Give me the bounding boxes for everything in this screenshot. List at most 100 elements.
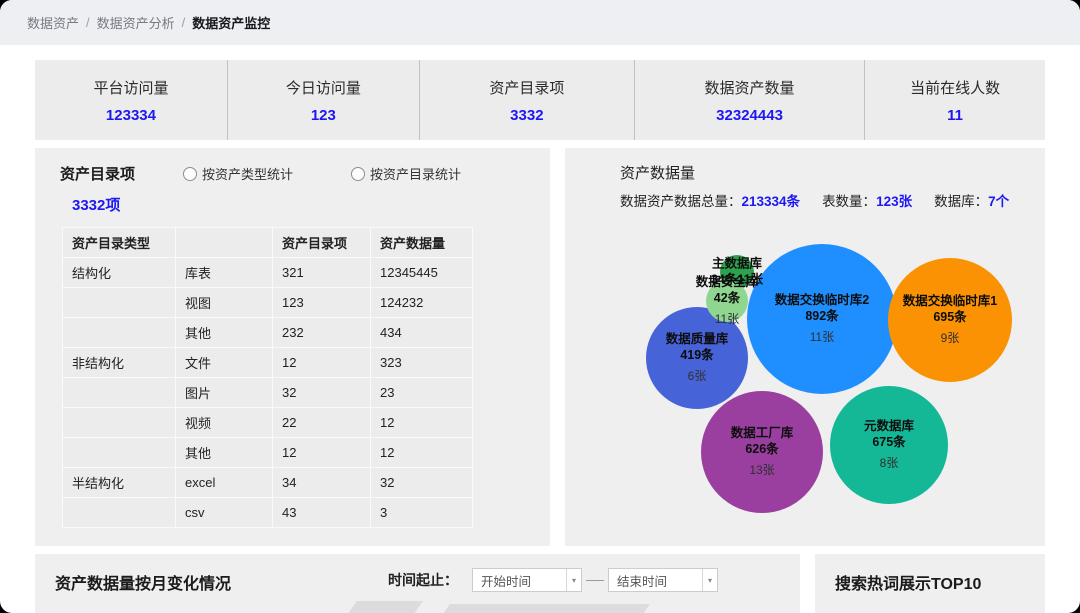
- table-cell: [63, 408, 176, 438]
- catalog-table-body: 结构化库表32112345445视图123124232其他232434非结构化文…: [63, 258, 473, 528]
- radio-icon: [351, 167, 365, 181]
- radio-icon: [183, 167, 197, 181]
- table-cell: 321: [273, 258, 371, 288]
- table-cell: 视图: [176, 288, 273, 318]
- table-cell: 43: [273, 498, 371, 528]
- chart-bubble[interactable]: [830, 386, 948, 504]
- chart-bubble[interactable]: [701, 391, 823, 513]
- catalog-table: 资产目录类型资产目录项资产数据量 结构化库表32112345445视图12312…: [62, 227, 473, 528]
- table-cell: 结构化: [63, 258, 176, 288]
- hotwords-title: 搜索热词展示TOP10: [835, 570, 981, 594]
- catalog-panel-title: 资产目录项: [60, 163, 135, 184]
- table-cell: 12: [371, 438, 473, 468]
- stat-item: 数据资产数量 32324443: [635, 60, 865, 140]
- table-row: 图片3223: [63, 378, 473, 408]
- breadcrumb-item[interactable]: 数据资产: [27, 13, 79, 32]
- table-header-cell: 资产目录类型: [63, 228, 176, 258]
- table-cell: 库表: [176, 258, 273, 288]
- breadcrumb-item[interactable]: 数据资产监控: [192, 13, 270, 32]
- table-row: 视频2212: [63, 408, 473, 438]
- stat-value: 123334: [106, 107, 156, 124]
- chart-bubble[interactable]: [706, 280, 748, 322]
- table-cell: [63, 378, 176, 408]
- stat-item: 资产目录项 3332: [420, 60, 635, 140]
- table-row: 其他1212: [63, 438, 473, 468]
- start-date-placeholder: 开始时间: [473, 569, 566, 591]
- table-cell: 232: [273, 318, 371, 348]
- table-header-row: 资产目录类型资产目录项资产数据量: [63, 228, 473, 258]
- table-row: csv433: [63, 498, 473, 528]
- stat-value: 11: [947, 107, 963, 124]
- dropdown-caret-icon[interactable]: ▾: [566, 569, 581, 591]
- dropdown-caret-icon[interactable]: ▾: [702, 569, 717, 591]
- table-cell: 其他: [176, 318, 273, 348]
- watermark-shape: [442, 604, 650, 613]
- table-cell: 12: [273, 438, 371, 468]
- stat-label: 今日访问量: [286, 77, 361, 98]
- table-cell: 图片: [176, 378, 273, 408]
- table-cell: 12: [371, 408, 473, 438]
- table-cell: [63, 318, 176, 348]
- table-cell: 32: [371, 468, 473, 498]
- catalog-panel: 资产目录项 按资产类型统计 按资产目录统计 3332项 资产目录类型资产目录项资…: [35, 148, 550, 546]
- table-row: 结构化库表32112345445: [63, 258, 473, 288]
- table-cell: 非结构化: [63, 348, 176, 378]
- stat-label: 当前在线人数: [910, 77, 1000, 98]
- table-cell: [63, 438, 176, 468]
- stat-value: 3332: [510, 107, 543, 124]
- table-cell: 其他: [176, 438, 273, 468]
- end-date-input[interactable]: 结束时间 ▾: [608, 568, 718, 592]
- breadcrumb-item[interactable]: 数据资产分析: [97, 13, 175, 32]
- table-cell: 434: [371, 318, 473, 348]
- breadcrumb: 数据资产 / 数据资产分析 / 数据资产监控: [0, 0, 1080, 45]
- chart-bubble[interactable]: [646, 307, 748, 409]
- breadcrumb-separator: /: [182, 15, 186, 30]
- chart-bubble[interactable]: [747, 244, 897, 394]
- radio-by-asset-type[interactable]: 按资产类型统计: [183, 164, 293, 183]
- date-range-connector: [586, 580, 604, 581]
- monthly-change-title: 资产数据量按月变化情况: [55, 570, 231, 594]
- table-header-cell: [176, 228, 273, 258]
- table-cell: 3: [371, 498, 473, 528]
- table-cell: 123: [273, 288, 371, 318]
- end-date-placeholder: 结束时间: [609, 569, 702, 591]
- table-cell: 12345445: [371, 258, 473, 288]
- radio-by-catalog[interactable]: 按资产目录统计: [351, 164, 461, 183]
- hotwords-panel: 搜索热词展示TOP10: [815, 554, 1045, 613]
- stat-label: 平台访问量: [93, 77, 168, 98]
- table-row: 非结构化文件12323: [63, 348, 473, 378]
- table-cell: [63, 288, 176, 318]
- stat-value: 32324443: [716, 107, 783, 124]
- chart-bubble[interactable]: [888, 258, 1012, 382]
- table-cell: 半结构化: [63, 468, 176, 498]
- stats-card: 平台访问量 123334 今日访问量 123 资产目录项 3332 数据资产数量 323244…: [35, 60, 1045, 140]
- table-row: 其他232434: [63, 318, 473, 348]
- table-cell: 32: [273, 378, 371, 408]
- table-cell: csv: [176, 498, 273, 528]
- stat-label: 数据资产数量: [705, 77, 795, 98]
- start-date-input[interactable]: 开始时间 ▾: [472, 568, 582, 592]
- table-header-cell: 资产目录项: [273, 228, 371, 258]
- asset-volume-panel: 资产数据量 数据资产数据总量：213334条表数量：123张数据库：7个 数据交…: [565, 148, 1045, 546]
- stat-item: 当前在线人数 11: [865, 60, 1045, 140]
- radio-label: 按资产目录统计: [370, 164, 461, 183]
- time-range-label: 时间起止：: [388, 570, 458, 590]
- table-cell: 34: [273, 468, 371, 498]
- table-row: 视图123124232: [63, 288, 473, 318]
- catalog-total: 3332项: [72, 194, 550, 215]
- table-cell: 22: [273, 408, 371, 438]
- table-cell: 124232: [371, 288, 473, 318]
- stat-item: 平台访问量 123334: [35, 60, 228, 140]
- stat-label: 资产目录项: [489, 77, 564, 98]
- stat-item: 今日访问量 123: [228, 60, 420, 140]
- table-cell: excel: [176, 468, 273, 498]
- dashboard-page: 数据资产/数据资产分析/数据资产监控 平台访问量123334今日访问量123资产…: [0, 0, 1080, 613]
- watermark-shape: [347, 601, 423, 613]
- table-cell: 323: [371, 348, 473, 378]
- breadcrumb-separator: /: [86, 15, 90, 30]
- bubble-chart: 数据交换临时库2892条11张数据交换临时库1695条9张数据工厂库626条13…: [565, 148, 1045, 546]
- table-cell: 23: [371, 378, 473, 408]
- table-row: 半结构化excel3432: [63, 468, 473, 498]
- stat-value: 123: [311, 107, 336, 124]
- time-range-controls: 时间起止： 开始时间 ▾ 结束时间 ▾: [388, 568, 718, 592]
